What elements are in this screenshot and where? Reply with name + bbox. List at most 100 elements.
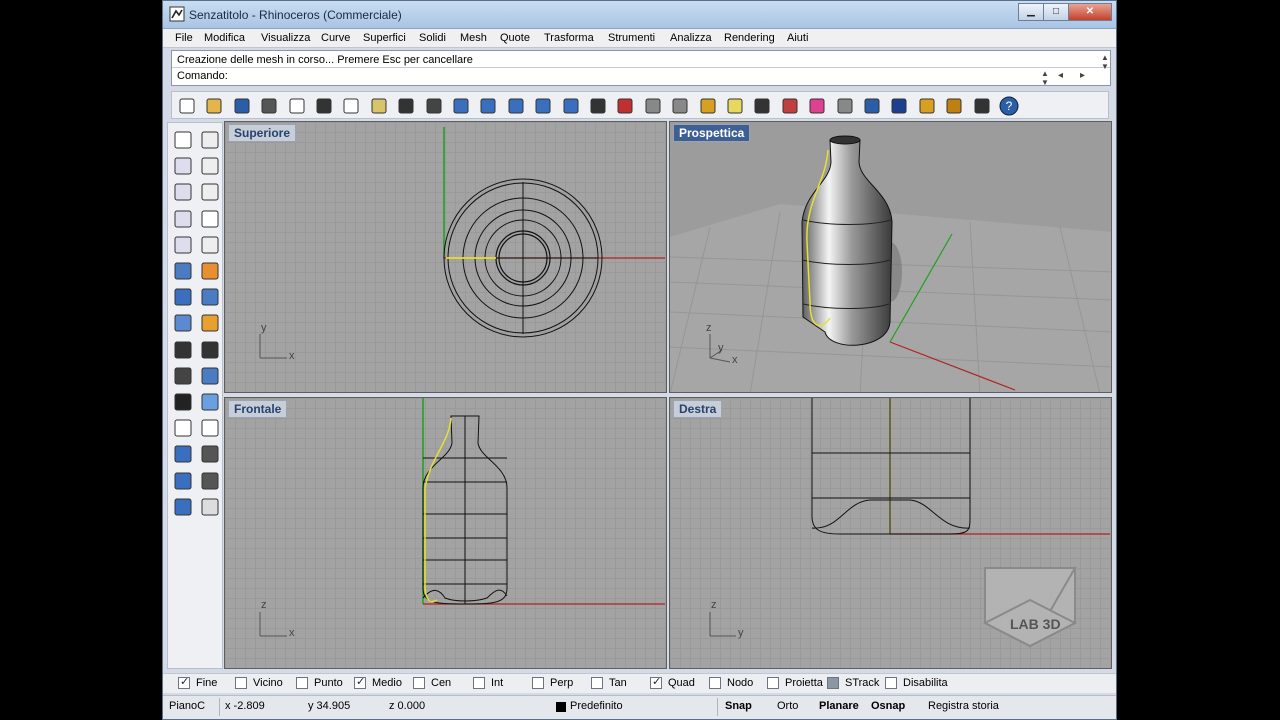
status-layer[interactable]: Predefinito (570, 700, 623, 712)
polyline-icon[interactable] (172, 155, 194, 177)
viewport-tab-frontale[interactable]: Frontale (228, 400, 288, 418)
viewport-perspective[interactable]: Prospettica z y x (669, 121, 1112, 393)
osnap-quad[interactable]: Quad (650, 675, 695, 689)
history-scroll-icon[interactable]: ▲ ▼ (1101, 53, 1109, 71)
new-icon[interactable] (176, 95, 198, 117)
sphere-icon[interactable] (834, 95, 856, 117)
sphere-solid-icon[interactable] (199, 286, 221, 308)
dimension-icon[interactable] (199, 443, 221, 465)
menu-trasforma[interactable]: Trasforma (544, 32, 594, 44)
box-icon[interactable] (172, 286, 194, 308)
hexagon-icon[interactable] (172, 234, 194, 256)
open-icon[interactable] (203, 95, 225, 117)
curve-icon[interactable] (199, 155, 221, 177)
zoom-window-icon[interactable] (505, 95, 527, 117)
offset-icon[interactable] (199, 417, 221, 439)
menu-curve[interactable]: Curve (321, 32, 350, 44)
group-icon[interactable] (199, 391, 221, 413)
select-arrow-icon[interactable] (172, 129, 194, 151)
extrude-icon[interactable] (199, 312, 221, 334)
osnap-nodo[interactable]: Nodo (709, 677, 753, 689)
options-icon[interactable] (971, 95, 993, 117)
zoom-selected-icon[interactable] (560, 95, 582, 117)
zoom-icon[interactable] (477, 95, 499, 117)
color-icon[interactable] (806, 95, 828, 117)
osnap-fine[interactable]: Fine (178, 675, 217, 689)
zoom-extents-icon[interactable] (532, 95, 554, 117)
menu-analizza[interactable]: Analizza (670, 32, 712, 44)
copy-icon[interactable] (340, 95, 362, 117)
menu-mesh[interactable]: Mesh (460, 32, 487, 44)
viewport-tab-destra[interactable]: Destra (673, 400, 723, 418)
record-history-toggle[interactable]: Registra storia (928, 700, 999, 712)
viewport-top[interactable]: Superiore y x (224, 121, 667, 393)
menu-superfici[interactable]: Superfici (363, 32, 406, 44)
osnap-vicino[interactable]: Vicino (235, 677, 283, 689)
minimize-button[interactable]: ▁ (1018, 3, 1044, 21)
osnap-checkbox[interactable] (235, 677, 247, 689)
trim-icon[interactable] (172, 365, 194, 387)
osnap-checkbox[interactable] (413, 677, 425, 689)
osnap-perp[interactable]: Perp (532, 677, 573, 689)
array-icon[interactable] (172, 470, 194, 492)
ellipse-icon[interactable] (199, 181, 221, 203)
gears-icon[interactable] (943, 95, 965, 117)
menu-visualizza[interactable]: Visualizza (261, 32, 310, 44)
explode-icon[interactable] (172, 391, 194, 413)
menu-aiuti[interactable]: Aiuti (787, 32, 808, 44)
osnap-checkbox[interactable] (591, 677, 603, 689)
split-icon[interactable] (199, 339, 221, 361)
help-icon[interactable]: ? (998, 95, 1020, 117)
osnap-medio[interactable]: Medio (354, 675, 402, 689)
pan-hand-icon[interactable] (423, 95, 445, 117)
menu-modifica[interactable]: Modifica (204, 32, 245, 44)
osnap-checkbox[interactable] (532, 677, 544, 689)
polygon-icon[interactable] (172, 208, 194, 230)
patch-icon[interactable] (199, 260, 221, 282)
undo-icon[interactable] (395, 95, 417, 117)
command-prompt[interactable]: Comando: (177, 70, 228, 82)
print-icon[interactable] (258, 95, 280, 117)
render-icon[interactable] (888, 95, 910, 117)
ortho-toggle[interactable]: Orto (777, 700, 798, 712)
menu-solidi[interactable]: Solidi (419, 32, 446, 44)
solid-tools-icon[interactable] (172, 496, 194, 518)
cylinder-icon[interactable] (172, 312, 194, 334)
menu-rendering[interactable]: Rendering (724, 32, 775, 44)
osnap-checkbox[interactable] (296, 677, 308, 689)
rotate-view-icon[interactable] (450, 95, 472, 117)
osnap-toggle[interactable]: Osnap (871, 700, 905, 712)
osnap-icon[interactable] (697, 95, 719, 117)
osnap-checkbox[interactable] (354, 675, 366, 689)
osnap-checkbox[interactable] (709, 677, 721, 689)
maximize-button[interactable]: □ (1043, 3, 1069, 21)
osnap-checkbox[interactable] (767, 677, 779, 689)
menu-quote[interactable]: Quote (500, 32, 530, 44)
prev-arrow-icon[interactable]: ◂ (1058, 70, 1063, 81)
viewport-right[interactable]: Destra z y LAB 3D (669, 397, 1112, 669)
layer-icon[interactable] (779, 95, 801, 117)
osnap-checkbox[interactable] (650, 675, 662, 689)
boolean-icon[interactable] (172, 339, 194, 361)
osnap-strack[interactable]: STrack (827, 677, 879, 689)
osnap-proietta[interactable]: Proietta (767, 677, 823, 689)
cut-icon[interactable] (313, 95, 335, 117)
point-icon[interactable] (199, 129, 221, 151)
surface-icon[interactable] (172, 260, 194, 282)
osnap-punto[interactable]: Punto (296, 677, 343, 689)
globe-icon[interactable] (861, 95, 883, 117)
spinner-icon[interactable]: ▲ ▼ (1041, 69, 1049, 87)
lock-icon[interactable] (751, 95, 773, 117)
viewport-tab-superiore[interactable]: Superiore (228, 124, 297, 142)
more-tools-icon[interactable] (199, 496, 221, 518)
osnap-checkbox[interactable] (885, 677, 897, 689)
save-icon[interactable] (231, 95, 253, 117)
osnap-checkbox[interactable] (827, 677, 839, 689)
mirror-icon[interactable] (199, 470, 221, 492)
join-icon[interactable] (199, 365, 221, 387)
snap-toggle[interactable]: Snap (725, 700, 752, 712)
fillet-curve-icon[interactable] (199, 234, 221, 256)
four-viewports-icon[interactable] (587, 95, 609, 117)
light-icon[interactable] (724, 95, 746, 117)
shade-icon[interactable] (669, 95, 691, 117)
